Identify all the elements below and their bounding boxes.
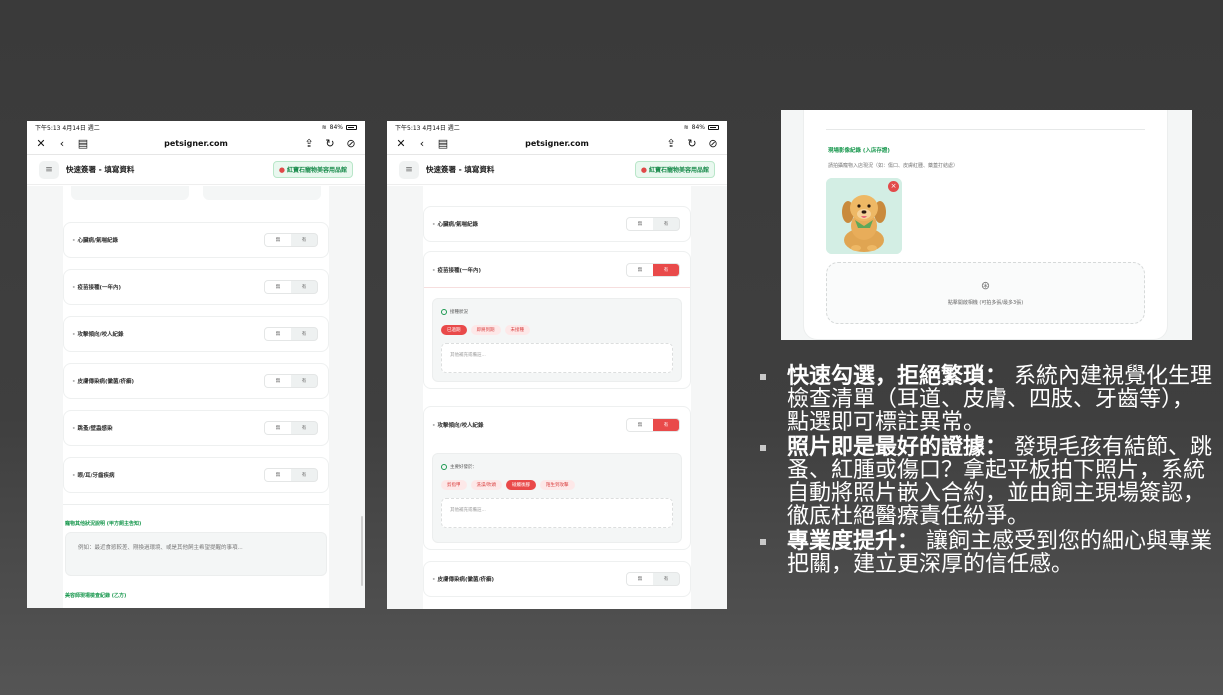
aggression-panel: 攻擊傾向/咬人紀錄 無有 主要好發於： 剪指甲 洗澡/吹頭 碰觸後腳 陌生到攻擊… <box>423 406 691 550</box>
status-bar: 下午5:13 4月14日 週二 ≋ 84% <box>387 121 727 133</box>
scrollbar[interactable] <box>361 516 363 586</box>
bullet-item: 照片即是最好的證據： 發現毛孩有結節、跳蚤、紅腫或傷口？拿起平板拍下照片，系統自… <box>757 436 1213 528</box>
form-area: 心臟病/氣喘紀錄 無有 疫苗接種(一年內) 無有 接種狀況 已過期 即將到期 未… <box>387 186 727 609</box>
camera-upload-area[interactable]: ⊛ 點擊開啟相機 (可拍多張/最多3張) <box>826 262 1145 324</box>
health-row: 眼/耳/牙齒疾病 無有 <box>63 457 329 493</box>
health-row: 皮膚傳染病(黴菌/疥癬) 無有 <box>423 561 691 597</box>
chip-option[interactable]: 已過期 <box>441 325 467 335</box>
health-row: 心臟病/氣喘紀錄 無有 <box>423 206 691 242</box>
groomer-section-label: 美容師現場檢查紀錄 (乙方) <box>65 593 127 599</box>
back-icon[interactable]: ‹ <box>416 138 428 149</box>
pin-icon: ● <box>278 165 285 174</box>
form-scroll[interactable]: 心臟病/氣喘紀錄 無有 疫苗接種(一年內) 無有 接種狀況 已過期 即將到期 未… <box>423 186 691 609</box>
address-bar[interactable]: petsigner.com <box>164 139 228 148</box>
wifi-icon: ≋ <box>321 123 327 131</box>
back-icon[interactable]: ‹ <box>56 138 68 149</box>
health-row: 心臟病/氣喘紀錄 無有 <box>63 222 329 258</box>
bullet-item: 快速勾選，拒絕繁瑣： 系統內建視覺化生理檢查清單（耳道、皮膚、四肢、牙齒等），點… <box>757 365 1213 434</box>
delete-photo-icon[interactable]: × <box>888 181 899 192</box>
battery-percent: 84% <box>329 123 343 131</box>
page-title: 快速簽署 - 填寫資料 <box>66 165 135 174</box>
store-badge: ● 紅寶石寵物美容用品館 <box>634 161 715 178</box>
compass-icon[interactable]: ⊘ <box>345 138 357 149</box>
tabs-icon[interactable]: ▤ <box>77 138 89 149</box>
notes-label: 寵物其他狀況說明 (甲方飼主告知) <box>65 521 142 527</box>
reload-icon[interactable]: ↻ <box>324 138 336 149</box>
vaccine-panel: 疫苗接種(一年內) 無有 接種狀況 已過期 即將到期 未接種 其他補充或備註..… <box>423 251 691 389</box>
battery-percent: 84% <box>691 123 705 131</box>
app-header: ≡ 快速簽署 - 填寫資料 ● 紅寶石寵物美容用品館 <box>387 155 727 185</box>
battery-icon <box>346 124 357 130</box>
yes-no-toggle[interactable]: 無有 <box>626 262 680 277</box>
page-title: 快速簽署 - 填寫資料 <box>426 165 495 174</box>
yes-no-toggle[interactable]: 無有 <box>264 233 318 247</box>
close-icon[interactable]: ✕ <box>35 138 47 149</box>
ipad-screenshot-2: 下午5:13 4月14日 週二 ≋ 84% ✕ ‹ ▤ petsigner.com… <box>387 121 727 609</box>
yes-no-toggle[interactable]: 無有 <box>264 374 318 388</box>
compass-icon[interactable]: ⊘ <box>707 138 719 149</box>
health-row: 跳蚤/壁蝨感染 無有 <box>63 410 329 446</box>
photo-section-card: 現場影像紀錄 (入店存證) 請拍攝寵物入店現況（如：傷口、皮膚紅腫、藥蓋打結處）… <box>803 110 1168 340</box>
chip-option[interactable]: 即將到期 <box>470 325 501 335</box>
photo-section-title: 現場影像紀錄 (入店存證) <box>828 148 890 154</box>
yes-no-toggle[interactable]: 無有 <box>626 217 680 231</box>
menu-icon[interactable]: ≡ <box>39 160 59 179</box>
info-icon <box>441 464 447 470</box>
close-icon[interactable]: ✕ <box>395 138 407 149</box>
chip-option[interactable]: 碰觸後腳 <box>506 480 537 490</box>
chip-option[interactable]: 剪指甲 <box>441 480 467 490</box>
camera-icon: ⊛ <box>980 279 991 292</box>
wifi-icon: ≋ <box>683 123 689 131</box>
info-icon <box>441 309 447 315</box>
ipad-screenshot-1: 下午5:13 4月14日 週二 ≋ 84% ✕ ‹ ▤ petsigner.com… <box>27 121 365 608</box>
reload-icon[interactable]: ↻ <box>686 138 698 149</box>
status-time: 下午5:13 4月14日 週二 <box>35 124 100 132</box>
yes-no-toggle[interactable]: 無有 <box>626 572 680 586</box>
chip-option[interactable]: 洗澡/吹頭 <box>470 480 503 490</box>
share-icon[interactable]: ⇪ <box>303 138 315 149</box>
note-input[interactable]: 其他補充或備註... <box>441 343 673 373</box>
photo-section-subtitle: 請拍攝寵物入店現況（如：傷口、皮膚紅腫、藥蓋打結處） <box>828 163 959 169</box>
chip-option[interactable]: 未接種 <box>504 325 530 335</box>
store-badge: ● 紅寶石寵物美容用品館 <box>272 161 353 178</box>
yes-no-toggle[interactable]: 無有 <box>626 418 680 432</box>
feature-bullets: 快速勾選，拒絕繁瑣： 系統內建視覺化生理檢查清單（耳道、皮膚、四肢、牙齒等），點… <box>757 365 1213 576</box>
status-time: 下午5:13 4月14日 週二 <box>395 124 460 132</box>
photo-record-screenshot: 現場影像紀錄 (入店存證) 請拍攝寵物入店現況（如：傷口、皮膚紅腫、藥蓋打結處）… <box>781 110 1192 340</box>
menu-icon[interactable]: ≡ <box>399 160 419 179</box>
battery-icon <box>708 124 719 130</box>
health-row: 攻擊傾向/咬人紀錄 無有 <box>63 316 329 352</box>
address-bar[interactable]: petsigner.com <box>525 139 589 148</box>
divider <box>826 129 1145 130</box>
yes-no-toggle[interactable]: 無有 <box>264 468 318 482</box>
status-bar: 下午5:13 4月14日 週二 ≋ 84% <box>27 121 365 133</box>
form-scroll[interactable]: 心臟病/氣喘紀錄 無有 疫苗接種(一年內) 無有 攻擊傾向/咬人紀錄 無有 皮膚… <box>63 186 329 608</box>
chip-option[interactable]: 陌生到攻擊 <box>540 480 575 490</box>
browser-toolbar: ✕ ‹ ▤ petsigner.com ⇪ ↻ ⊘ <box>387 133 727 155</box>
health-row: 疫苗接種(一年內) 無有 <box>63 269 329 305</box>
tabs-icon[interactable]: ▤ <box>437 138 449 149</box>
app-header: ≡ 快速簽署 - 填寫資料 ● 紅寶石寵物美容用品館 <box>27 155 365 185</box>
share-icon[interactable]: ⇪ <box>665 138 677 149</box>
pin-icon: ● <box>640 165 647 174</box>
yes-no-toggle[interactable]: 無有 <box>264 280 318 294</box>
yes-no-toggle[interactable]: 無有 <box>264 327 318 341</box>
bullet-item: 專業度提升： 讓飼主感受到您的細心與專業把關，建立更深厚的信任感。 <box>757 530 1213 576</box>
yes-no-toggle[interactable]: 無有 <box>264 421 318 435</box>
browser-toolbar: ✕ ‹ ▤ petsigner.com ⇪ ↻ ⊘ <box>27 133 365 155</box>
form-area: 心臟病/氣喘紀錄 無有 疫苗接種(一年內) 無有 攻擊傾向/咬人紀錄 無有 皮膚… <box>27 186 365 608</box>
vaccine-detail: 接種狀況 已過期 即將到期 未接種 其他補充或備註... <box>432 298 682 382</box>
health-row: 皮膚傳染病(黴菌/疥癬) 無有 <box>63 363 329 399</box>
note-input[interactable]: 其他補充或備註... <box>441 498 673 528</box>
notes-textarea[interactable]: 例如：最近食慾較差、剛換過環境、或是其他飼主希望提醒的事項... <box>65 532 327 576</box>
aggression-detail: 主要好發於： 剪指甲 洗澡/吹頭 碰觸後腳 陌生到攻擊 其他補充或備註... <box>432 453 682 543</box>
